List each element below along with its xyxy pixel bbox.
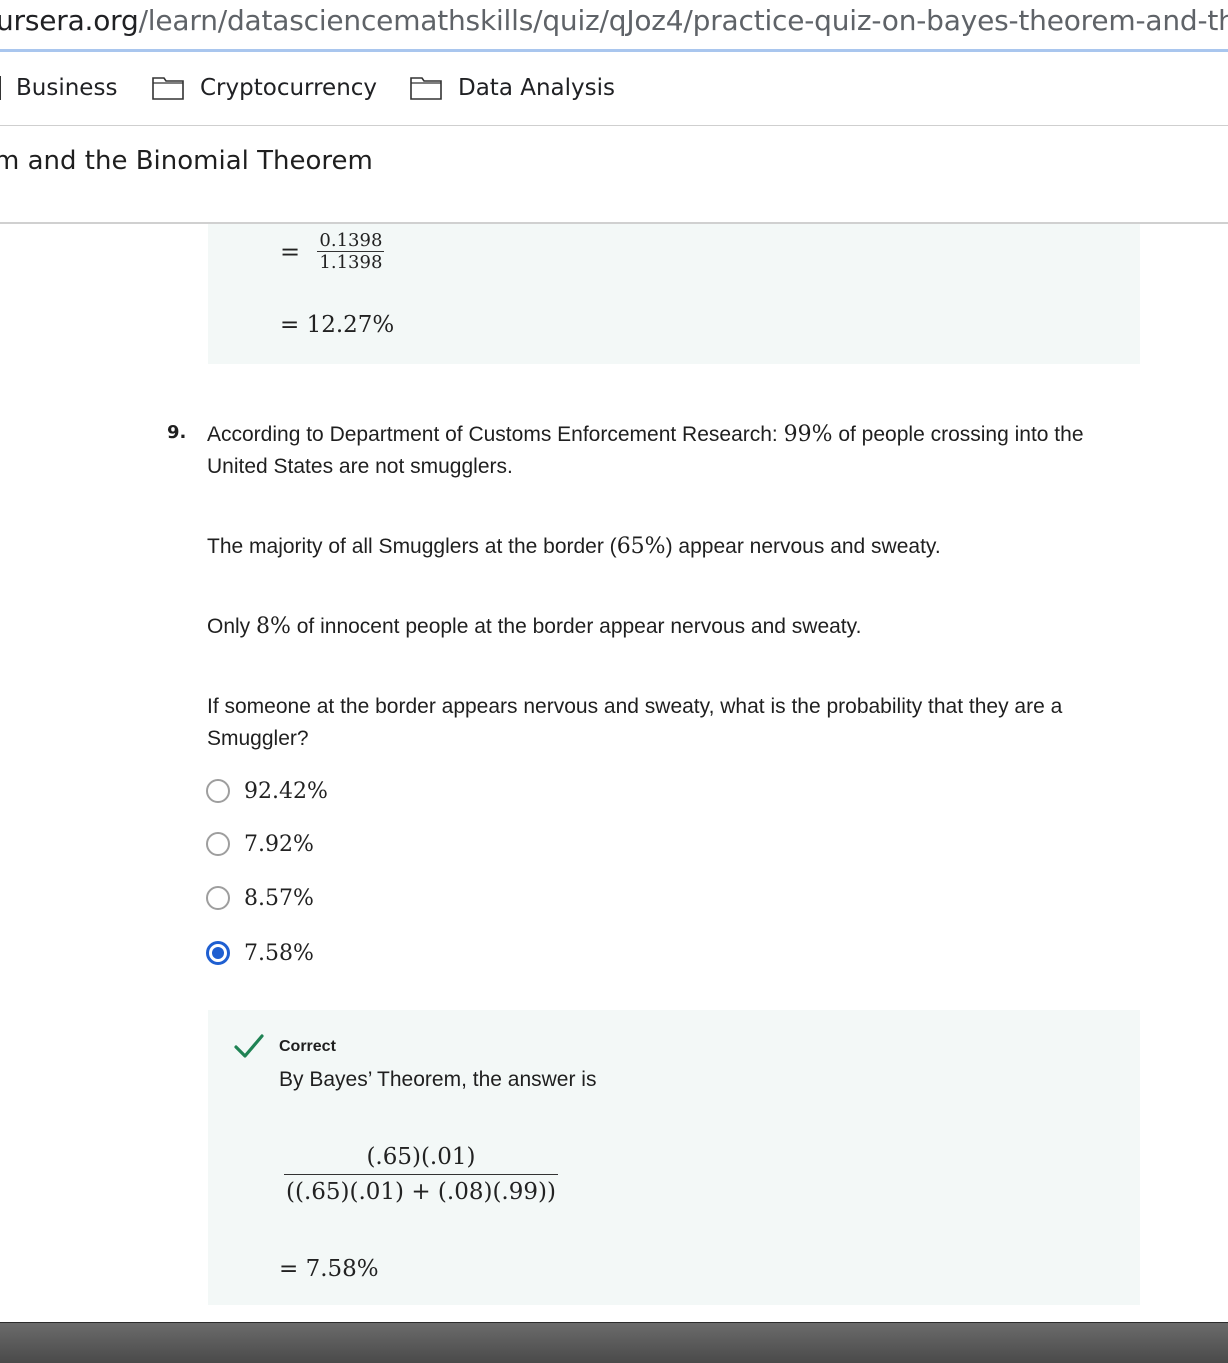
- question-text: ) appear nervous and sweaty.: [665, 535, 941, 558]
- feedback-result: = 7.58%: [279, 1256, 379, 1282]
- option-label: 92.42%: [244, 778, 328, 804]
- folder-icon: [152, 76, 184, 100]
- previous-fraction: 0.1398 1.1398: [317, 230, 385, 273]
- question-text: According to Department of Customs Enfor…: [207, 423, 784, 446]
- folder-icon: [0, 76, 1, 100]
- question-number: 9.: [167, 422, 187, 443]
- fraction-numerator: (.65)(.01): [366, 1144, 476, 1170]
- bookmark-label: Business: [16, 75, 118, 101]
- question-text: Only: [207, 615, 257, 638]
- url-path: /learn/datasciencemathskills/quiz/qJoz4/…: [138, 4, 1228, 37]
- url-host: ursera.org: [0, 4, 139, 37]
- answer-option-92-42[interactable]: 92.42%: [206, 776, 328, 806]
- question-paragraph-1: According to Department of Customs Enfor…: [207, 419, 1147, 483]
- question-paragraph-3: Only 8% of innocent people at the border…: [207, 611, 1147, 643]
- radio-button[interactable]: [206, 832, 230, 856]
- answer-option-7-92[interactable]: 7.92%: [206, 829, 314, 859]
- folder-icon: [410, 76, 442, 100]
- feedback-text: By Bayes’ Theorem, the answer is: [279, 1068, 597, 1091]
- bayes-fraction-body: (.65)(.01) ((.65)(.01) + (.08)(.99)): [284, 1144, 558, 1205]
- feedback-status: Correct: [279, 1038, 336, 1055]
- bookmark-data-analysis[interactable]: Data Analysis: [410, 73, 615, 103]
- radio-button[interactable]: [206, 779, 230, 803]
- bookmark-cryptocurrency[interactable]: Cryptocurrency: [152, 73, 377, 103]
- question-text: of innocent people at the border appear …: [290, 615, 862, 638]
- option-label: 7.92%: [244, 831, 314, 857]
- math-value: 99%: [783, 422, 833, 447]
- bookmark-label: Data Analysis: [458, 75, 615, 101]
- address-bar[interactable]: ursera.org/learn/datasciencemathskills/q…: [0, 0, 1228, 52]
- radio-button-selected[interactable]: [206, 941, 230, 965]
- question-prompt: If someone at the border appears nervous…: [207, 695, 1063, 750]
- question-paragraph-2: The majority of all Smugglers at the bor…: [207, 531, 1147, 563]
- bayes-fraction: (.65)(.01) ((.65)(.01) + (.08)(.99)): [284, 1144, 558, 1205]
- option-label: 8.57%: [244, 885, 314, 911]
- checkmark-icon: [234, 1033, 264, 1063]
- bookmarks-bar: Business Cryptocurrency Data Analysis: [0, 55, 1228, 126]
- fraction-denominator: ((.65)(.01) + (.08)(.99)): [284, 1174, 558, 1205]
- fraction-denominator: 1.1398: [317, 251, 385, 273]
- math-value: 8%: [256, 614, 291, 639]
- bookmark-business[interactable]: Business: [0, 73, 117, 103]
- quiz-header: m and the Binomial Theorem: [0, 126, 1228, 224]
- option-label: 7.58%: [244, 940, 314, 966]
- math-value: 65%: [616, 534, 666, 559]
- radio-button[interactable]: [206, 886, 230, 910]
- answer-option-8-57[interactable]: 8.57%: [206, 883, 314, 913]
- equals-sign: =: [280, 237, 301, 266]
- previous-fraction-equation: = 0.1398 1.1398: [280, 230, 385, 273]
- answer-option-7-58[interactable]: 7.58%: [206, 938, 314, 968]
- fraction-numerator: 0.1398: [319, 230, 383, 251]
- url-text[interactable]: ursera.org/learn/datasciencemathskills/q…: [0, 4, 1228, 37]
- page-title: m and the Binomial Theorem: [0, 146, 373, 176]
- quiz-content: = 0.1398 1.1398 = 12.27% 9. According to…: [0, 224, 1228, 1322]
- bookmark-label: Cryptocurrency: [200, 75, 378, 101]
- os-dock-edge: [0, 1322, 1228, 1363]
- previous-solution-box: = 0.1398 1.1398 = 12.27%: [208, 224, 1140, 364]
- previous-result: = 12.27%: [280, 312, 395, 338]
- question-text: The majority of all Smugglers at the bor…: [207, 535, 617, 558]
